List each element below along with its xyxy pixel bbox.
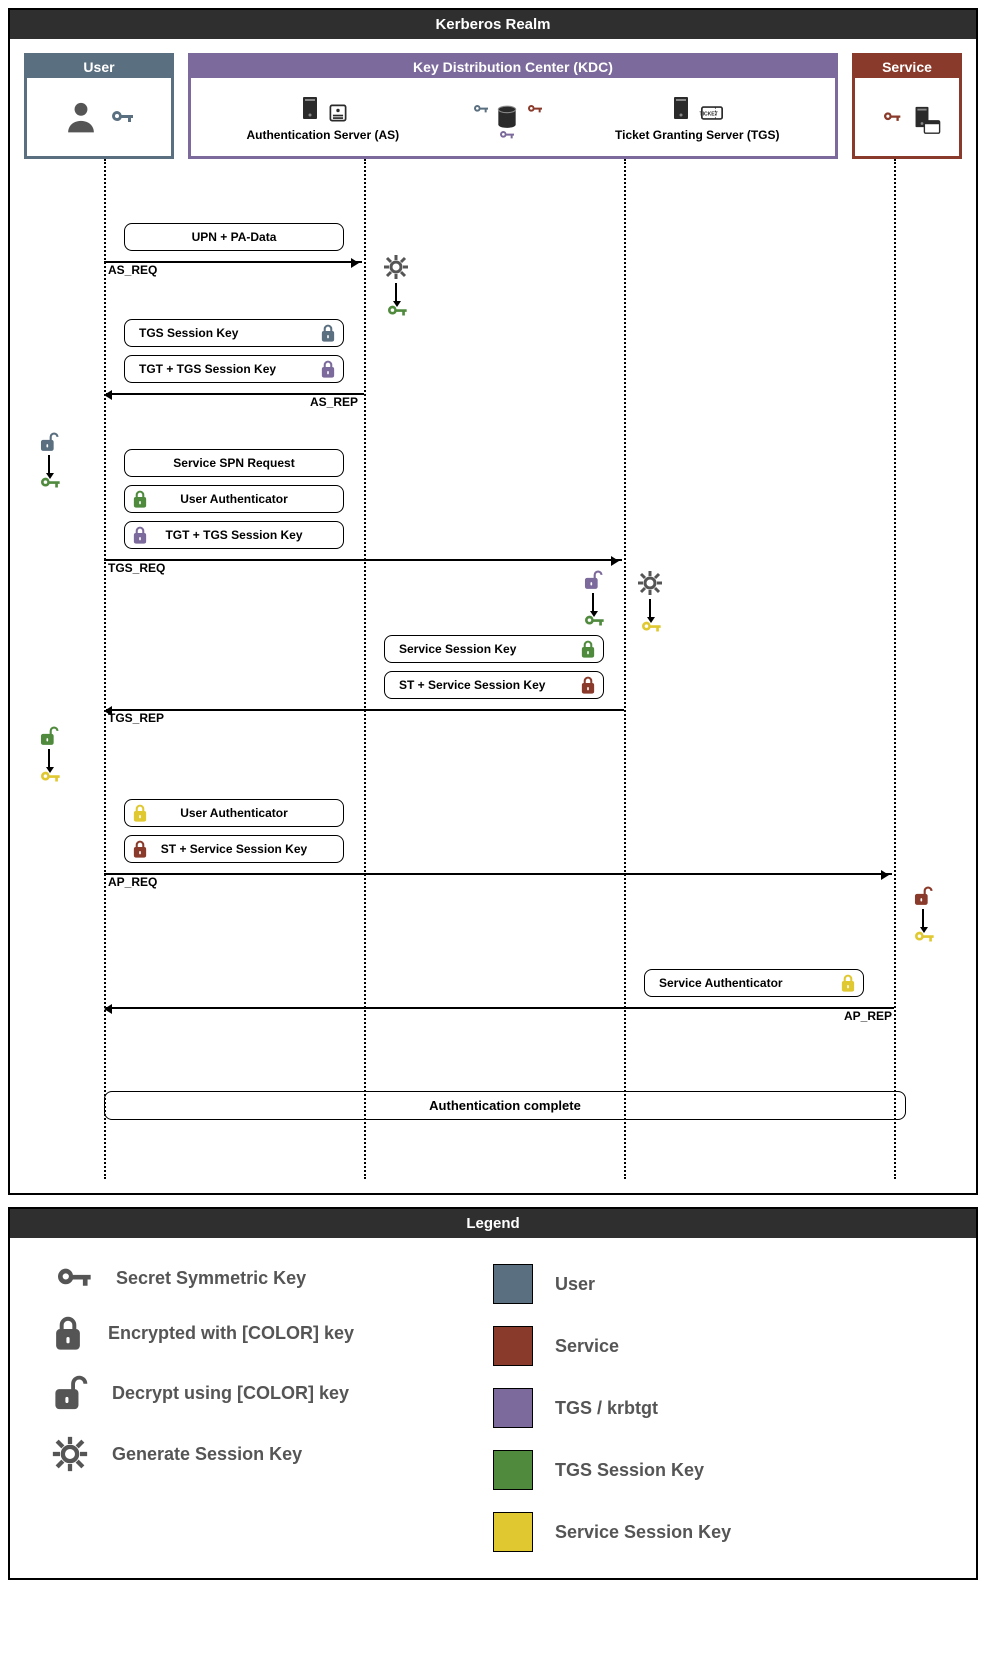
key-icon: [522, 103, 546, 115]
lock-closed-icon: [319, 323, 337, 343]
msg-tgt-sess2: TGT + TGS Session Key: [124, 521, 344, 549]
label-ap-req: AP_REQ: [108, 875, 157, 889]
lock-open-icon: [38, 431, 60, 453]
lifeline-user: [104, 159, 106, 1179]
tgs-decrypt: [580, 569, 606, 629]
lifeline-tgs: [624, 159, 626, 1179]
badge-icon: [327, 102, 349, 124]
arrow-ap-req: [104, 873, 892, 875]
lock-closed-icon: [131, 839, 149, 859]
lock-closed-icon: [131, 525, 149, 545]
msg-tgt-sess: TGT + TGS Session Key: [124, 355, 344, 383]
lock-open-icon: [912, 885, 934, 907]
msg-svc-sess: Service Session Key: [384, 635, 604, 663]
user-decrypt-2: [36, 725, 62, 785]
legend-panel: Legend Secret Symmetric Key Encrypted wi…: [8, 1207, 978, 1580]
swatch-user: [493, 1264, 533, 1304]
kdc-db: [494, 103, 520, 131]
msg-st-sess: ST + Service Session Key: [384, 671, 604, 699]
swatch-tgs: [493, 1388, 533, 1428]
participant-user: User: [24, 53, 174, 159]
lock-closed-icon: [579, 639, 597, 659]
lifeline-as: [364, 159, 366, 1179]
realm-panel: Kerberos Realm User Key Distribution Cen…: [8, 8, 978, 1195]
lock-closed-icon: [319, 359, 337, 379]
kdc-as: Authentication Server (AS): [246, 92, 399, 142]
label-ap-rep: AP_REP: [844, 1009, 892, 1023]
window-icon: [922, 118, 942, 136]
msg-user-auth2: User Authenticator: [124, 799, 344, 827]
arrow-tgs-req: [104, 559, 622, 561]
label-as-rep: AS_REP: [310, 395, 358, 409]
participant-kdc: Key Distribution Center (KDC) Authentica…: [188, 53, 838, 159]
participants-row: User Key Distribution Center (KDC) Authe…: [24, 53, 962, 159]
msg-st-sess2: ST + Service Session Key: [124, 835, 344, 863]
key-icon: [50, 1264, 94, 1292]
user-decrypt-1: [36, 431, 62, 491]
legend-service: Service: [493, 1326, 936, 1366]
key-icon: [468, 103, 492, 115]
realm-title: Kerberos Realm: [10, 10, 976, 39]
gear-icon: [50, 1434, 90, 1474]
lock-open-icon: [582, 569, 604, 591]
swatch-tgssess: [493, 1450, 533, 1490]
tgs-generate: [636, 569, 664, 635]
key-icon: [880, 110, 902, 124]
sequence-diagram: UPN + PA-Data AS_REQ TGS Session Key TGT…: [24, 159, 962, 1179]
arrow-tgs-rep: [106, 709, 624, 711]
legend-left: Secret Symmetric Key Encrypted with [COL…: [50, 1264, 493, 1552]
gear-icon: [636, 569, 664, 597]
database-icon: [494, 103, 520, 131]
as-generate: [382, 253, 410, 319]
lock-closed-icon: [839, 973, 857, 993]
lock-closed-icon: [131, 489, 149, 509]
legend-user: User: [493, 1264, 936, 1304]
legend-key: Secret Symmetric Key: [50, 1264, 493, 1292]
arrow-ap-rep: [106, 1007, 894, 1009]
legend-tgssess: TGS Session Key: [493, 1450, 936, 1490]
lock-closed-icon: [50, 1314, 86, 1352]
legend-svcsess: Service Session Key: [493, 1512, 936, 1552]
lock-closed-icon: [131, 803, 149, 823]
key-icon: [494, 129, 518, 141]
label-as-req: AS_REQ: [108, 263, 157, 277]
lock-open-icon: [50, 1374, 90, 1412]
swatch-svcsess: [493, 1512, 533, 1552]
lock-closed-icon: [579, 675, 597, 695]
legend-right: User Service TGS / krbtgt TGS Session Ke…: [493, 1264, 936, 1552]
lifeline-service: [894, 159, 896, 1179]
legend-tgs: TGS / krbtgt: [493, 1388, 936, 1428]
svc-decrypt: [910, 885, 936, 945]
person-icon: [63, 99, 99, 135]
legend-gen: Generate Session Key: [50, 1434, 493, 1474]
participant-service: Service: [852, 53, 962, 159]
label-tgs-rep: TGS_REP: [108, 711, 164, 725]
msg-upn: UPN + PA-Data: [124, 223, 344, 251]
server-icon: [297, 92, 323, 124]
gear-icon: [382, 253, 410, 281]
key-icon: [107, 108, 135, 126]
legend-enc: Encrypted with [COLOR] key: [50, 1314, 493, 1352]
msg-tgs-sess: TGS Session Key: [124, 319, 344, 347]
msg-user-auth: User Authenticator: [124, 485, 344, 513]
swatch-service: [493, 1326, 533, 1366]
msg-spn: Service SPN Request: [124, 449, 344, 477]
ticket-icon: [698, 102, 726, 124]
label-tgs-req: TGS_REQ: [108, 561, 165, 575]
legend-title: Legend: [10, 1209, 976, 1238]
lock-open-icon: [38, 725, 60, 747]
kdc-tgs: Ticket Granting Server (TGS): [615, 92, 780, 142]
legend-dec: Decrypt using [COLOR] key: [50, 1374, 493, 1412]
server-icon: [668, 92, 694, 124]
msg-complete: Authentication complete: [104, 1091, 906, 1120]
msg-svc-auth: Service Authenticator: [644, 969, 864, 997]
